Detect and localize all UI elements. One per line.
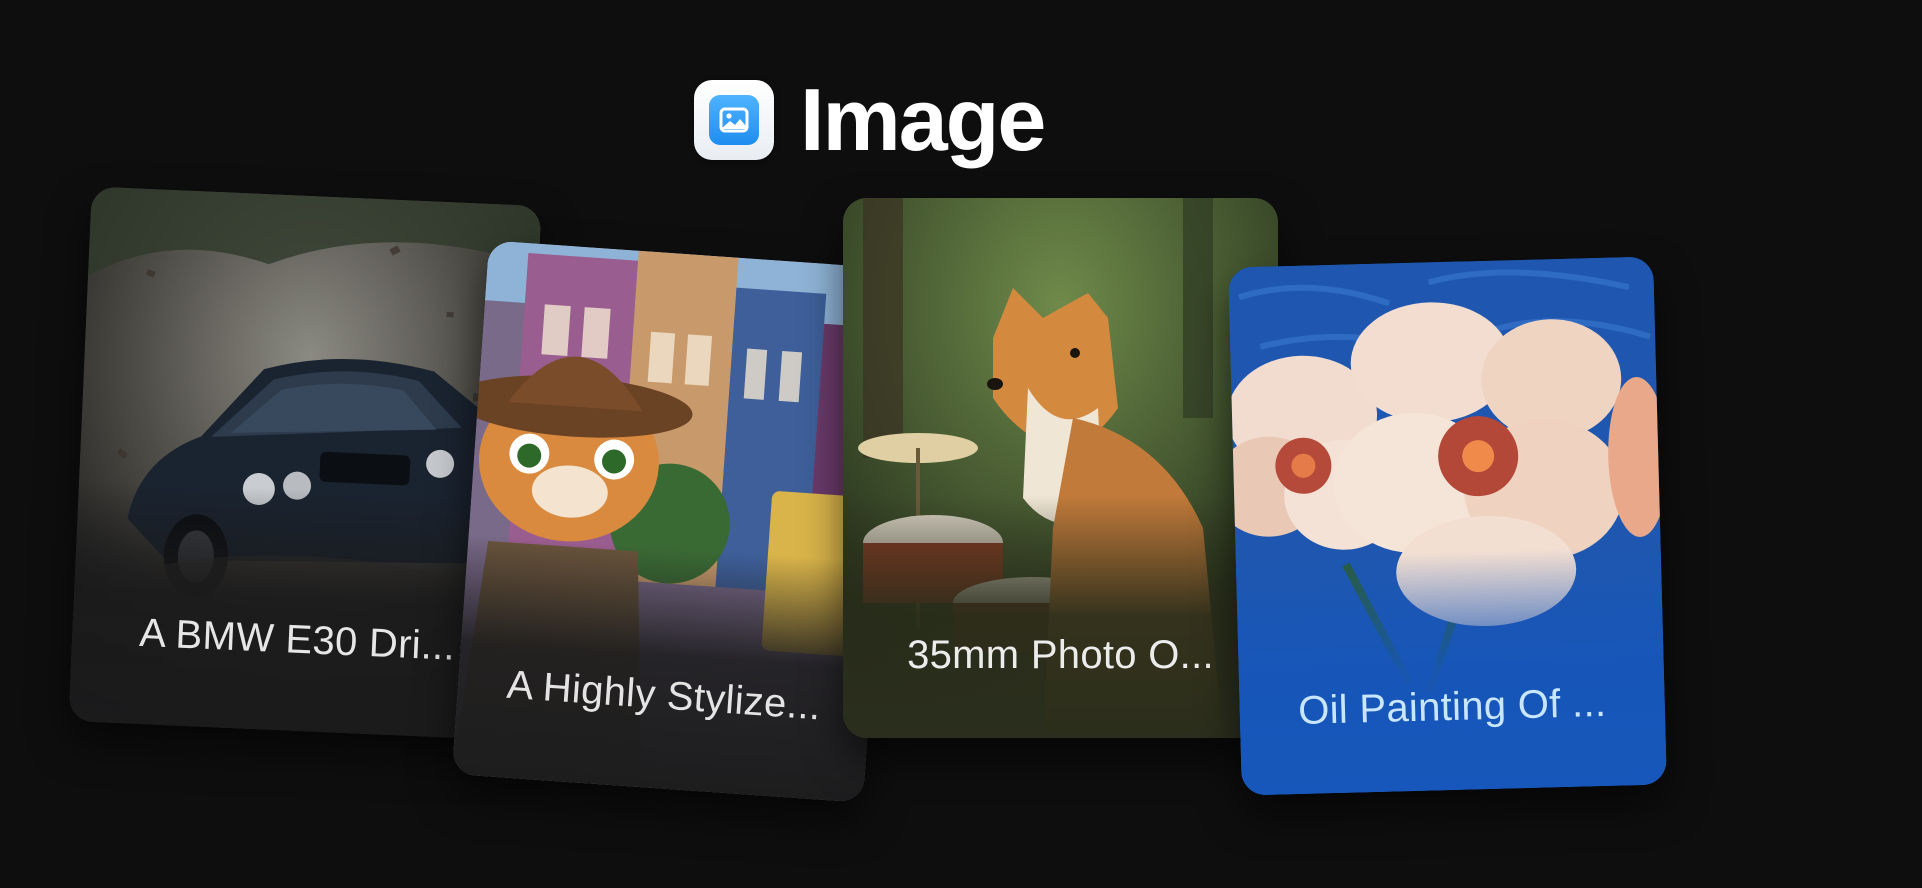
page-title: Image	[800, 70, 1046, 169]
image-card-painting[interactable]: Oil Painting Of ...	[1228, 256, 1667, 796]
image-icon	[694, 80, 774, 160]
image-card-cat[interactable]: A Highly Stylize...	[451, 240, 901, 803]
page-header: Image	[694, 70, 1046, 170]
card-caption: 35mm Photo O...	[907, 633, 1214, 677]
image-card-fox[interactable]: 35mm Photo O...	[843, 198, 1278, 738]
